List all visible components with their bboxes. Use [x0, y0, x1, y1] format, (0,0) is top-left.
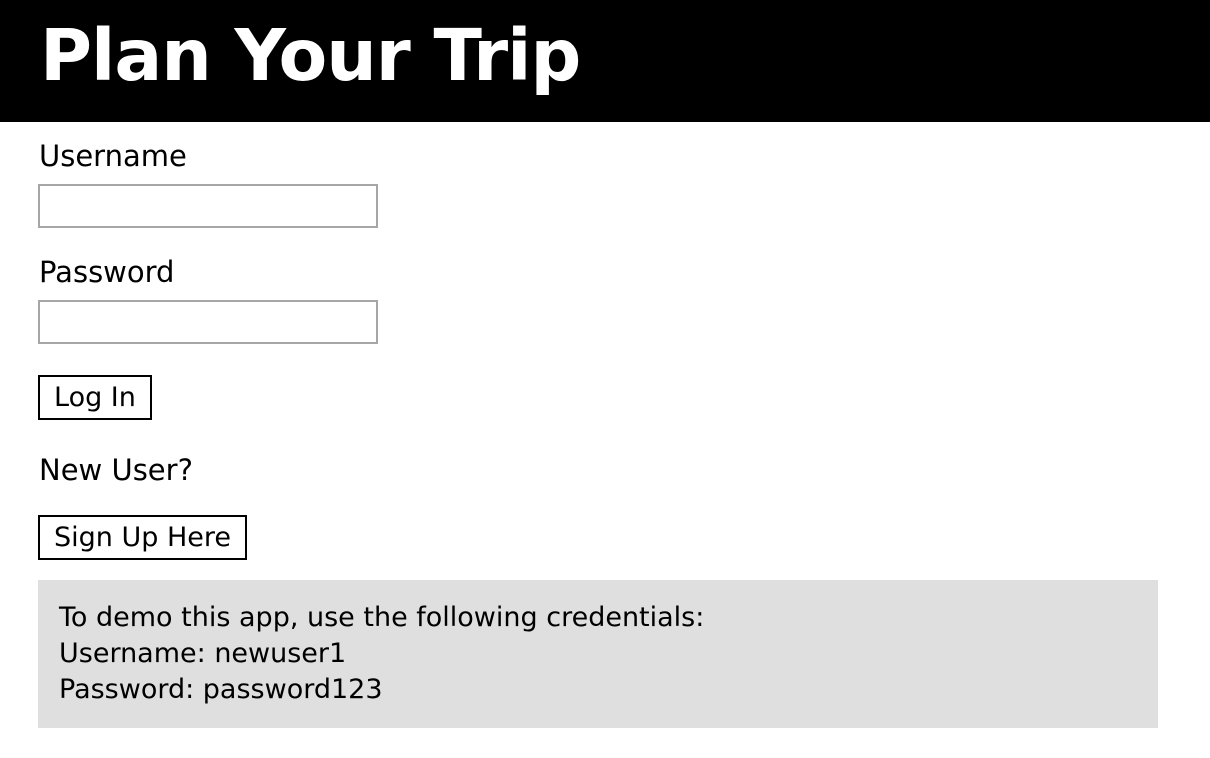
username-input[interactable]: [38, 184, 378, 228]
demo-password-text: Password: password123: [59, 674, 383, 705]
sign-up-button[interactable]: Sign Up Here: [38, 515, 247, 560]
new-user-prompt: New User?: [39, 453, 193, 487]
password-label: Password: [39, 255, 175, 289]
page-header: Plan Your Trip: [0, 0, 1210, 122]
demo-credentials-box: To demo this app, use the following cred…: [38, 580, 1158, 728]
log-in-button[interactable]: Log In: [38, 375, 152, 420]
demo-username-text: Username: newuser1: [59, 638, 347, 669]
password-input[interactable]: [38, 300, 378, 344]
username-label: Username: [39, 139, 187, 173]
page-title: Plan Your Trip: [40, 14, 581, 97]
demo-intro-text: To demo this app, use the following cred…: [59, 602, 705, 633]
